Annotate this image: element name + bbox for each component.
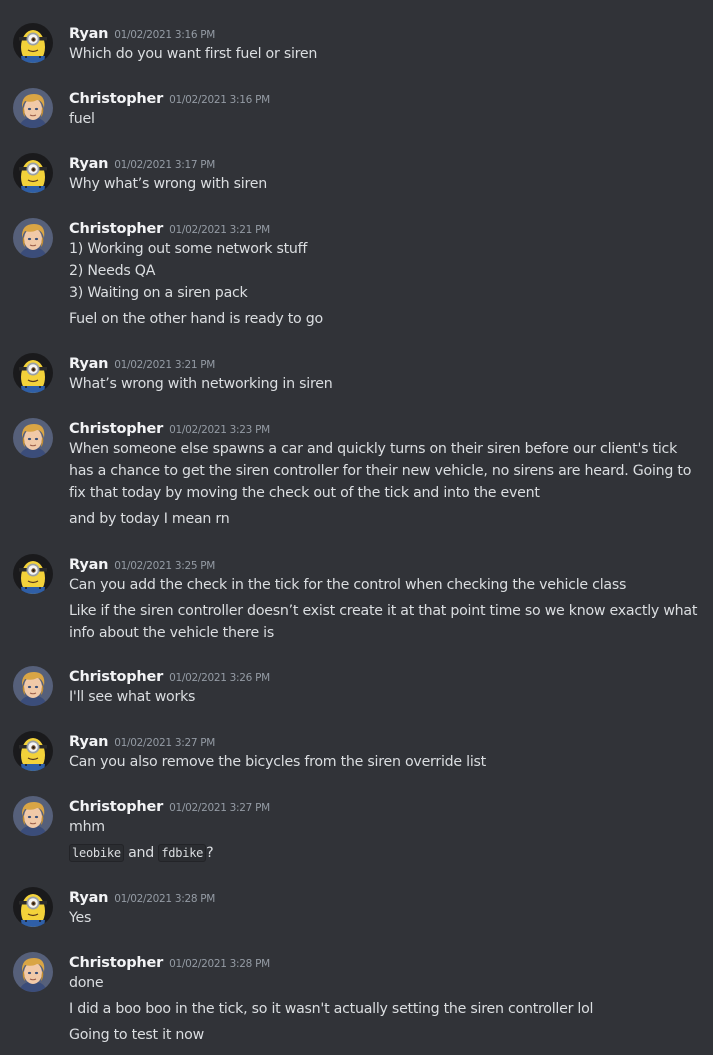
message-text: Like if the siren controller doesn’t exi… <box>69 603 698 641</box>
message-header: Ryan 01/02/2021 3:17 PM <box>69 153 215 173</box>
timestamp: 01/02/2021 3:16 PM <box>169 94 270 106</box>
avatar[interactable] <box>13 418 53 458</box>
message-header: Christopher 01/02/2021 3:28 PM <box>69 952 270 972</box>
minion-avatar-icon <box>13 554 53 594</box>
avatar[interactable] <box>13 153 53 193</box>
anime-boy-avatar-icon <box>13 88 53 128</box>
message-text: Going to test it now <box>69 1027 204 1043</box>
avatar[interactable] <box>13 731 53 771</box>
timestamp: 01/02/2021 3:28 PM <box>114 893 216 905</box>
anime-boy-avatar-icon <box>13 418 53 458</box>
message-text: Can you add the check in the tick for th… <box>69 577 627 593</box>
minion-avatar-icon <box>13 353 53 393</box>
timestamp: 01/02/2021 3:26 PM <box>169 672 270 684</box>
avatar[interactable] <box>13 218 53 258</box>
message-text: ? <box>206 845 214 861</box>
message-text: Yes <box>69 910 92 926</box>
message-header: Christopher 01/02/2021 3:23 PM <box>69 418 270 438</box>
minion-avatar-icon <box>13 23 53 63</box>
avatar[interactable] <box>13 554 53 594</box>
author-name[interactable]: Ryan <box>69 557 108 573</box>
avatar[interactable] <box>13 23 53 63</box>
message-text: done <box>69 975 104 991</box>
message-header: Ryan 01/02/2021 3:28 PM <box>69 887 215 907</box>
author-name[interactable]: Ryan <box>69 356 108 372</box>
message-text: and by today I mean rn <box>69 511 230 527</box>
message-text: fuel <box>69 111 95 127</box>
message-text-with-code: leobike and fdbike? <box>69 842 705 864</box>
message-text: I did a boo boo in the tick, so it wasn'… <box>69 1001 594 1017</box>
author-name[interactable]: Christopher <box>69 421 163 437</box>
timestamp: 01/02/2021 3:28 PM <box>169 958 270 970</box>
avatar[interactable] <box>13 666 53 706</box>
message-header: Ryan 01/02/2021 3:27 PM <box>69 731 215 751</box>
avatar[interactable] <box>13 887 53 927</box>
inline-code: leobike <box>69 844 124 862</box>
avatar[interactable] <box>13 952 53 992</box>
author-name[interactable]: Ryan <box>69 890 108 906</box>
anime-boy-avatar-icon <box>13 666 53 706</box>
message-text: 2) Needs QA <box>69 263 156 279</box>
author-name[interactable]: Christopher <box>69 799 163 815</box>
message-text: and <box>128 845 155 861</box>
message-header: Ryan 01/02/2021 3:16 PM <box>69 23 215 43</box>
timestamp: 01/02/2021 3:16 PM <box>114 29 216 41</box>
message-text: I'll see what works <box>69 689 196 705</box>
minion-avatar-icon <box>13 731 53 771</box>
timestamp: 01/02/2021 3:21 PM <box>114 359 216 371</box>
anime-boy-avatar-icon <box>13 218 53 258</box>
timestamp: 01/02/2021 3:21 PM <box>169 224 270 236</box>
timestamp: 01/02/2021 3:27 PM <box>114 737 216 749</box>
message-text: Fuel on the other hand is ready to go <box>69 311 323 327</box>
message-header: Ryan 01/02/2021 3:21 PM <box>69 353 215 373</box>
minion-avatar-icon <box>13 887 53 927</box>
message-header: Christopher 01/02/2021 3:16 PM <box>69 88 270 108</box>
anime-boy-avatar-icon <box>13 796 53 836</box>
message-text: What’s wrong with networking in siren <box>69 376 333 392</box>
timestamp: 01/02/2021 3:17 PM <box>114 159 216 171</box>
author-name[interactable]: Christopher <box>69 955 163 971</box>
avatar[interactable] <box>13 353 53 393</box>
author-name[interactable]: Ryan <box>69 734 108 750</box>
author-name[interactable]: Christopher <box>69 669 163 685</box>
message-header: Ryan 01/02/2021 3:25 PM <box>69 554 215 574</box>
timestamp: 01/02/2021 3:27 PM <box>169 802 270 814</box>
message-text: 1) Working out some network stuff <box>69 241 308 257</box>
message-text: mhm <box>69 819 105 835</box>
message-header: Christopher 01/02/2021 3:26 PM <box>69 666 270 686</box>
anime-boy-avatar-icon <box>13 952 53 992</box>
avatar[interactable] <box>13 88 53 128</box>
inline-code: fdbike <box>158 844 207 862</box>
message-header: Christopher 01/02/2021 3:27 PM <box>69 796 270 816</box>
message-text: When someone else spawns a car and quick… <box>69 441 692 501</box>
author-name[interactable]: Christopher <box>69 91 163 107</box>
message-text: Which do you want first fuel or siren <box>69 46 318 62</box>
author-name[interactable]: Christopher <box>69 221 163 237</box>
timestamp: 01/02/2021 3:25 PM <box>114 560 216 572</box>
avatar[interactable] <box>13 796 53 836</box>
message-text: Can you also remove the bicycles from th… <box>69 754 486 770</box>
message-header: Christopher 01/02/2021 3:21 PM <box>69 218 270 238</box>
minion-avatar-icon <box>13 153 53 193</box>
message-text: Why what’s wrong with siren <box>69 176 267 192</box>
author-name[interactable]: Ryan <box>69 156 108 172</box>
author-name[interactable]: Ryan <box>69 26 108 42</box>
message-text: 3) Waiting on a siren pack <box>69 285 248 301</box>
timestamp: 01/02/2021 3:23 PM <box>169 424 270 436</box>
